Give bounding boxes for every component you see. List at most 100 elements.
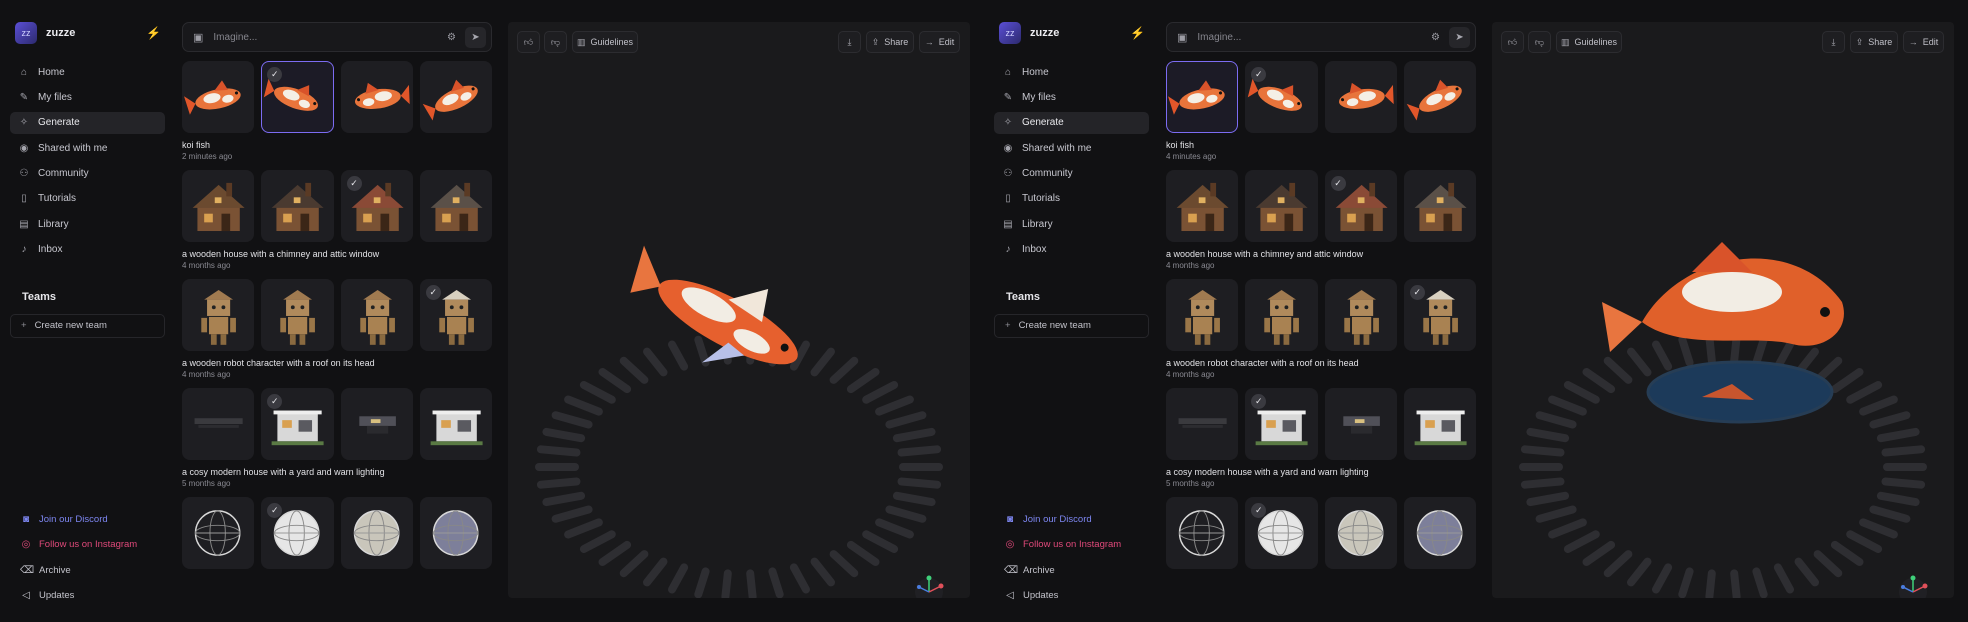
workspace-name: zuzze — [46, 27, 76, 39]
sidebar-item-inbox[interactable]: ♪ Inbox — [994, 239, 1149, 261]
footer-link-archive[interactable]: ⌫ Archive — [994, 560, 1149, 580]
variant-thumbnail[interactable] — [182, 279, 255, 351]
variant-thumbnail[interactable] — [1166, 61, 1239, 133]
variant-thumbnail[interactable] — [1245, 279, 1318, 351]
variant-thumbnail[interactable] — [340, 388, 413, 460]
footer-link-join-our-discord[interactable]: ◙ Join our Discord — [994, 509, 1149, 529]
variant-thumbnail[interactable] — [419, 170, 492, 242]
guidelines-button[interactable]: ▥ Guidelines — [572, 31, 638, 53]
variant-thumbnail[interactable] — [182, 497, 255, 569]
share-button[interactable]: ⇪ Share — [866, 31, 914, 53]
create-team-button[interactable]: + Create new team — [994, 313, 1149, 338]
variant-thumbnail[interactable] — [182, 388, 255, 460]
prompt-input[interactable] — [1197, 31, 1432, 43]
sidebar-item-community[interactable]: ⚇ Community — [994, 163, 1149, 185]
variant-thumbnail[interactable] — [261, 279, 334, 351]
axis-gizmo-icon[interactable] — [912, 570, 946, 598]
variant-thumbnail[interactable] — [1403, 170, 1476, 242]
thumbs-down-button[interactable]: 👎︎ — [1528, 31, 1551, 53]
variant-thumbnail[interactable] — [182, 170, 255, 242]
footer-link-follow-us-on-instagram[interactable]: ◎ Follow us on Instagram — [994, 535, 1149, 555]
variant-thumbnail[interactable]: ✓ — [1245, 388, 1318, 460]
viewer-canvas[interactable] — [508, 22, 970, 598]
model-viewer[interactable]: 👍︎ 👎︎ ▥ Guidelines ⤓ ⇪ Share → Edit — [1492, 22, 1954, 598]
sidebar-item-tutorials[interactable]: ▯ Tutorials — [994, 188, 1149, 210]
settings-icon[interactable]: ⚙ — [1431, 32, 1440, 43]
variant-thumbnail[interactable] — [1166, 279, 1239, 351]
sidebar-item-generate[interactable]: ✧ Generate — [10, 111, 165, 134]
variant-thumbnail[interactable] — [1166, 497, 1239, 569]
sidebar-item-shared-with-me[interactable]: ◉ Shared with me — [10, 137, 165, 159]
variant-thumbnail[interactable] — [1403, 388, 1476, 460]
footer-link-updates[interactable]: ◁ Updates — [10, 586, 165, 606]
create-team-button[interactable]: + Create new team — [10, 313, 165, 338]
variant-thumbnail[interactable]: ✓ — [419, 279, 492, 351]
footer-link-follow-us-on-instagram[interactable]: ◎ Follow us on Instagram — [10, 535, 165, 555]
variant-thumbnail[interactable] — [419, 388, 492, 460]
image-upload-icon[interactable]: ▣ — [1177, 31, 1187, 44]
settings-icon[interactable]: ⚙ — [447, 32, 456, 43]
bolt-icon[interactable]: ⚡ — [1130, 26, 1145, 40]
sidebar-item-home[interactable]: ⌂ Home — [994, 61, 1149, 83]
thumbs-up-button[interactable]: 👍︎ — [517, 31, 540, 53]
variant-thumbnail[interactable]: ✓ — [1324, 170, 1397, 242]
sidebar-item-community[interactable]: ⚇ Community — [10, 163, 165, 185]
variant-thumbnail[interactable] — [1403, 61, 1476, 133]
variant-thumbnail[interactable] — [419, 61, 492, 133]
variant-thumbnail[interactable]: ✓ — [261, 61, 334, 133]
workspace-switcher[interactable]: zz zuzze ⚡ — [10, 18, 165, 48]
variant-thumbnail[interactable]: ✓ — [340, 170, 413, 242]
download-button[interactable]: ⤓ — [1822, 31, 1845, 53]
share-button[interactable]: ⇪ Share — [1850, 31, 1898, 53]
variant-thumbnail[interactable] — [182, 61, 255, 133]
variant-thumbnail[interactable] — [340, 61, 413, 133]
image-upload-icon[interactable]: ▣ — [193, 31, 203, 44]
sidebar-item-home[interactable]: ⌂ Home — [10, 61, 165, 83]
sidebar-item-library[interactable]: ▤ Library — [10, 213, 165, 235]
send-button[interactable]: ➤ — [1449, 26, 1470, 48]
guidelines-button[interactable]: ▥ Guidelines — [1556, 31, 1622, 53]
sidebar-item-my-files[interactable]: ✎ My files — [994, 86, 1149, 108]
workspace-switcher[interactable]: zz zuzze ⚡ — [994, 18, 1149, 48]
variant-thumbnail[interactable] — [1324, 497, 1397, 569]
prompt-input[interactable] — [213, 31, 448, 43]
download-button[interactable]: ⤓ — [838, 31, 861, 53]
variant-thumbnail[interactable]: ✓ — [261, 388, 334, 460]
sidebar-item-library[interactable]: ▤ Library — [994, 213, 1149, 235]
edit-button[interactable]: → Edit — [1903, 31, 1944, 53]
variant-thumbnail[interactable] — [1166, 170, 1239, 242]
edit-button[interactable]: → Edit — [919, 31, 960, 53]
axis-gizmo-icon[interactable] — [1896, 570, 1930, 598]
footer-link-updates[interactable]: ◁ Updates — [994, 586, 1149, 606]
variant-thumbnail[interactable] — [340, 497, 413, 569]
variant-row: ✓ — [1166, 497, 1476, 569]
variant-thumbnail[interactable]: ✓ — [1245, 497, 1318, 569]
sidebar-item-inbox[interactable]: ♪ Inbox — [10, 239, 165, 261]
thumbs-down-button[interactable]: 👎︎ — [544, 31, 567, 53]
sidebar-item-label: Library — [38, 218, 69, 230]
variant-thumbnail[interactable] — [1324, 388, 1397, 460]
sidebar-item-tutorials[interactable]: ▯ Tutorials — [10, 188, 165, 210]
viewer-canvas[interactable] — [1492, 22, 1954, 598]
variant-thumbnail[interactable]: ✓ — [1245, 61, 1318, 133]
sidebar-footer: ◙ Join our Discord ◎ Follow us on Instagram… — [994, 509, 1149, 611]
model-viewer[interactable]: 👍︎ 👎︎ ▥ Guidelines ⤓ ⇪ Share → Edit — [508, 22, 970, 598]
variant-thumbnail[interactable] — [261, 170, 334, 242]
send-button[interactable]: ➤ — [465, 26, 486, 48]
sidebar-item-shared-with-me[interactable]: ◉ Shared with me — [994, 137, 1149, 159]
variant-thumbnail[interactable]: ✓ — [261, 497, 334, 569]
variant-thumbnail[interactable] — [419, 497, 492, 569]
footer-link-join-our-discord[interactable]: ◙ Join our Discord — [10, 509, 165, 529]
sidebar-item-generate[interactable]: ✧ Generate — [994, 111, 1149, 134]
bolt-icon[interactable]: ⚡ — [146, 26, 161, 40]
sidebar-item-my-files[interactable]: ✎ My files — [10, 86, 165, 108]
variant-thumbnail[interactable] — [1324, 279, 1397, 351]
variant-thumbnail[interactable]: ✓ — [1403, 279, 1476, 351]
variant-thumbnail[interactable] — [340, 279, 413, 351]
thumbs-up-button[interactable]: 👍︎ — [1501, 31, 1524, 53]
variant-thumbnail[interactable] — [1166, 388, 1239, 460]
variant-thumbnail[interactable] — [1324, 61, 1397, 133]
variant-thumbnail[interactable] — [1245, 170, 1318, 242]
variant-thumbnail[interactable] — [1403, 497, 1476, 569]
footer-link-archive[interactable]: ⌫ Archive — [10, 560, 165, 580]
